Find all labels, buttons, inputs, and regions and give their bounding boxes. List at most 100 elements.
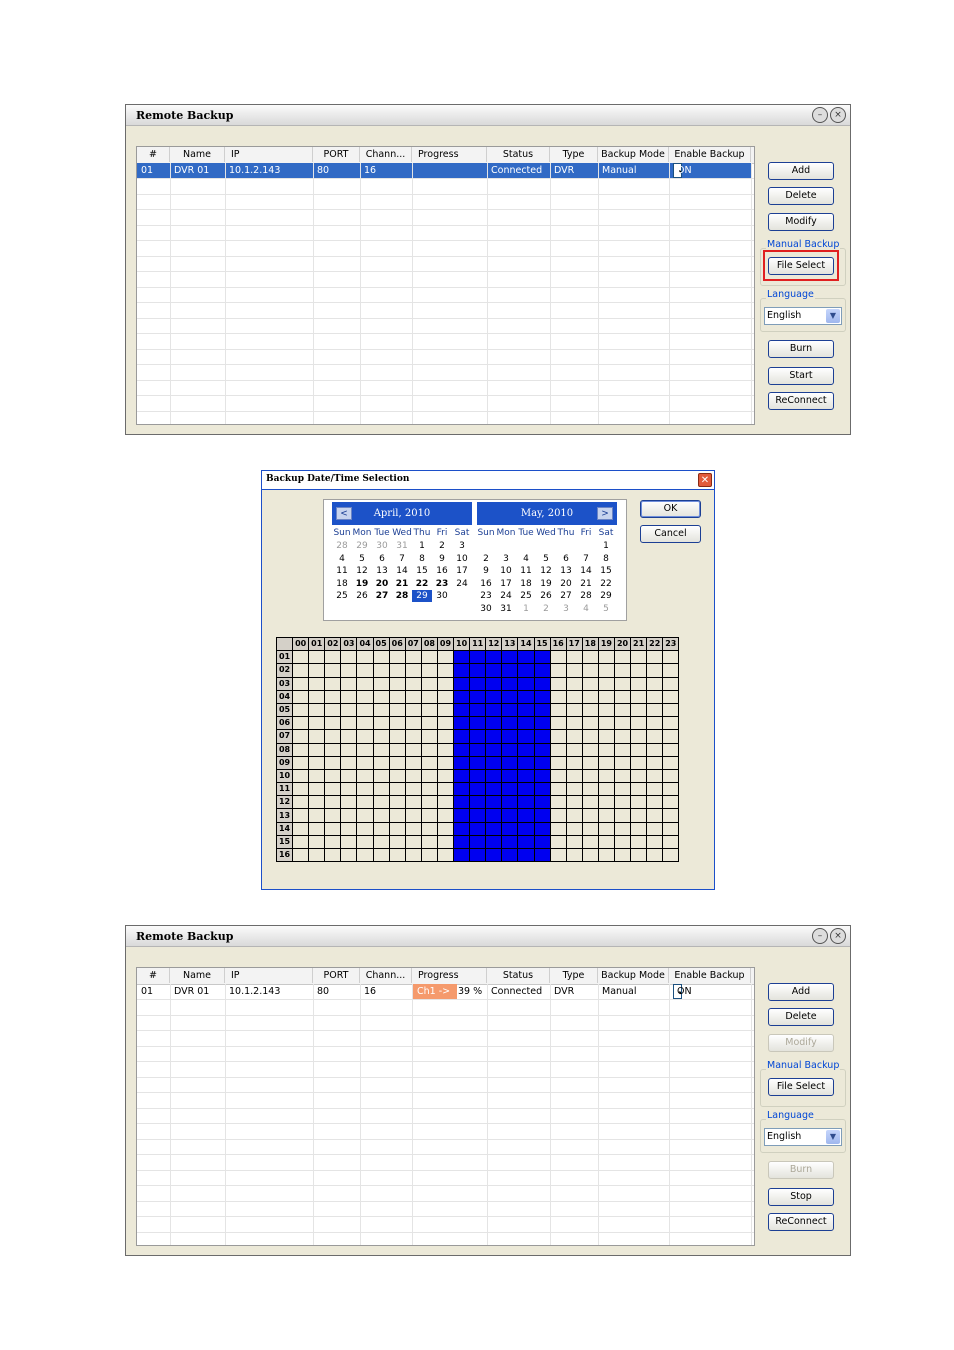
time-cell[interactable] [517,834,535,850]
time-cell[interactable] [340,702,358,718]
time-cell[interactable] [292,847,310,863]
time-cell[interactable] [388,676,406,691]
calendar-day[interactable]: 5 [596,603,616,615]
time-cell[interactable] [597,702,615,718]
hour-header[interactable]: 00 [292,636,310,652]
time-cell[interactable] [517,847,535,863]
calendar-day[interactable]: 3 [452,540,472,552]
time-cell[interactable] [630,663,648,678]
time-cell[interactable] [613,782,632,797]
time-cell[interactable] [581,650,599,665]
time-cell[interactable] [420,676,438,691]
time-cell[interactable] [469,663,487,678]
time-cell[interactable] [308,716,326,731]
time-cell[interactable] [356,847,374,863]
channel-header[interactable]: 05 [275,702,294,718]
calendar-day[interactable]: 20 [372,578,392,590]
time-cell[interactable] [453,782,471,797]
time-cell[interactable] [404,663,422,678]
time-cell[interactable] [324,702,342,718]
col-channels[interactable]: Chann... [360,968,412,983]
time-cell[interactable] [501,782,519,797]
close-icon[interactable]: × [830,107,846,123]
calendar-day[interactable]: 26 [352,590,372,602]
calendar-day[interactable]: 10 [496,565,516,577]
calendar-day[interactable]: 25 [516,590,536,602]
calendar-day[interactable]: 13 [372,565,392,577]
time-cell[interactable] [340,834,358,850]
time-cell[interactable] [517,650,535,665]
channel-header[interactable]: 02 [275,663,294,678]
time-cell[interactable] [485,808,503,823]
time-cell[interactable] [581,755,599,770]
calendar-day[interactable]: 29 [596,590,616,602]
calendar-day[interactable]: 28 [332,540,352,552]
time-cell[interactable] [565,702,583,718]
add-button[interactable]: Add [768,162,834,180]
burn-button[interactable]: Burn [768,340,834,358]
time-cell[interactable] [501,716,519,731]
time-cell[interactable] [533,821,551,836]
time-cell[interactable] [436,834,455,850]
time-cell[interactable] [501,847,519,863]
time-cell[interactable] [485,663,503,678]
calendar-day[interactable]: 1 [596,540,616,552]
time-cell[interactable] [292,768,310,784]
time-cell[interactable] [469,847,487,863]
time-cell[interactable] [485,716,503,731]
time-cell[interactable] [517,755,535,770]
time-cell[interactable] [436,808,455,823]
time-cell[interactable] [549,676,567,691]
minimize-icon[interactable]: – [812,107,828,123]
calendar-day[interactable]: 2 [476,553,496,565]
time-cell[interactable] [308,795,326,810]
time-cell[interactable] [485,676,503,691]
calendar-day[interactable]: 16 [476,578,496,590]
chevron-down-icon[interactable]: ▼ [826,1130,840,1144]
time-cell[interactable] [420,729,438,744]
time-cell[interactable] [420,755,438,770]
time-cell[interactable] [372,689,390,704]
time-cell[interactable] [646,821,664,836]
calendar-day[interactable]: 18 [332,578,352,590]
time-cell[interactable] [597,782,615,797]
time-cell[interactable] [388,663,406,678]
time-cell[interactable] [565,755,583,770]
time-cell[interactable] [436,821,455,836]
next-month-icon[interactable]: > [597,507,613,520]
time-cell[interactable] [404,768,422,784]
time-cell[interactable] [662,702,680,718]
time-cell[interactable] [662,834,680,850]
time-cell[interactable] [436,650,455,665]
time-cell[interactable] [613,702,632,718]
time-cell[interactable] [565,689,583,704]
time-cell[interactable] [662,847,680,863]
time-cell[interactable] [485,847,503,863]
time-cell[interactable] [324,663,342,678]
time-cell[interactable] [565,650,583,665]
calendar-day[interactable]: 8 [596,553,616,565]
time-cell[interactable] [372,663,390,678]
time-cell[interactable] [630,689,648,704]
time-cell[interactable] [630,808,648,823]
time-cell[interactable] [388,847,406,863]
time-cell[interactable] [613,755,632,770]
delete-button[interactable]: Delete [768,1008,834,1026]
time-cell[interactable] [646,768,664,784]
chevron-down-icon[interactable]: ▼ [826,309,840,323]
time-cell[interactable] [581,808,599,823]
hour-header[interactable]: 16 [549,636,567,652]
calendar-day[interactable]: 11 [332,565,352,577]
calendar-day[interactable]: 25 [332,590,352,602]
time-cell[interactable] [501,702,519,718]
time-cell[interactable] [372,834,390,850]
time-cell[interactable] [388,795,406,810]
time-cell[interactable] [324,847,342,863]
time-cell[interactable] [630,821,648,836]
time-cell[interactable] [356,729,374,744]
col-backup-mode[interactable]: Backup Mode [598,968,669,983]
calendar-day[interactable]: 2 [432,540,452,552]
time-cell[interactable] [469,755,487,770]
time-cell[interactable] [613,808,632,823]
time-cell[interactable] [420,795,438,810]
